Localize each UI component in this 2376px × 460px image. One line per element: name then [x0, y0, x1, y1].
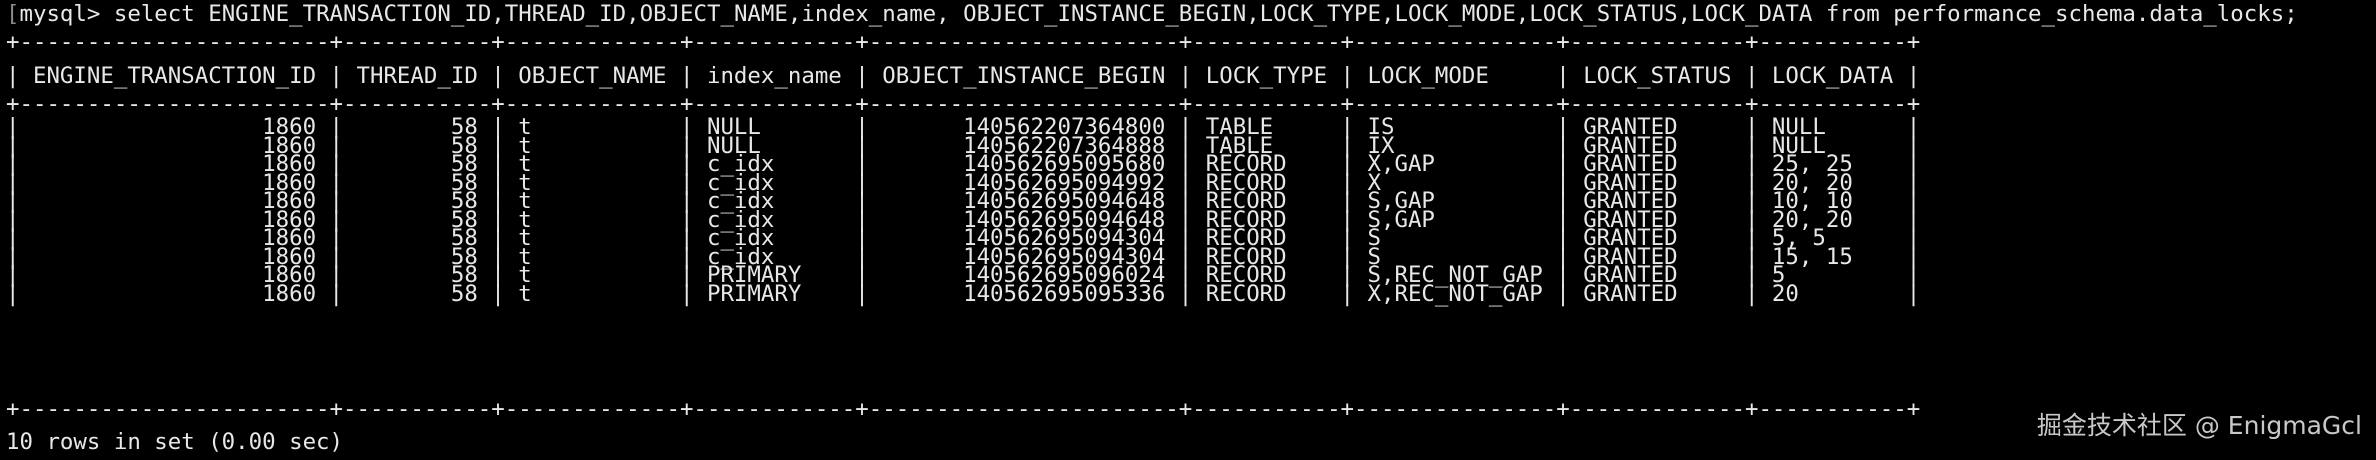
- table-border-top: +-----------------------+-----------+---…: [6, 29, 1921, 55]
- mysql-prompt: mysql>: [19, 1, 114, 27]
- sql-query: select ENGINE_TRANSACTION_ID,THREAD_ID,O…: [113, 1, 2298, 27]
- command-line: [mysql> select ENGINE_TRANSACTION_ID,THR…: [6, 0, 2298, 28]
- terminal-window[interactable]: [mysql> select ENGINE_TRANSACTION_ID,THR…: [0, 0, 2376, 460]
- result-summary: 10 rows in set (0.00 sec): [6, 429, 344, 455]
- line-marker: [: [6, 1, 20, 27]
- table-border-bottom: +-----------------------+-----------+---…: [6, 396, 1921, 422]
- watermark: 掘金技术社区 @ EnigmaGcl: [2036, 411, 2362, 440]
- table-header-row: | ENGINE_TRANSACTION_ID | THREAD_ID | OB…: [6, 63, 1921, 89]
- table-row: | 1860 | 58 | t | PRIMARY | 140562695095…: [6, 280, 1921, 307]
